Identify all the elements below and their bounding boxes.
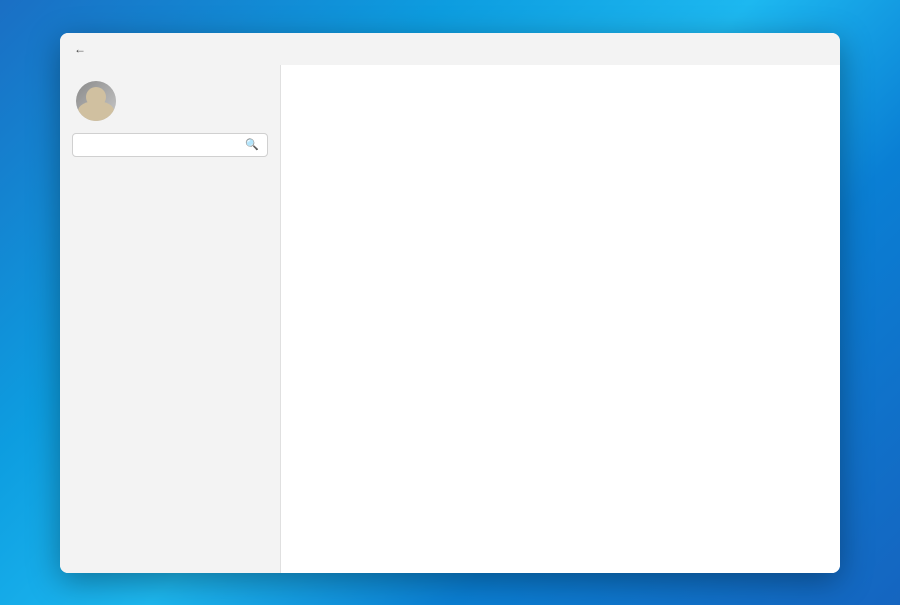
- window-controls: [690, 33, 828, 65]
- back-button[interactable]: ←: [72, 41, 88, 57]
- main-content: [280, 65, 840, 573]
- search-box[interactable]: 🔍: [72, 133, 268, 157]
- main-header: [281, 65, 840, 89]
- minimize-button[interactable]: [690, 33, 736, 65]
- titlebar: ←: [60, 33, 840, 65]
- profile-area: [60, 73, 280, 133]
- apps-list: [281, 89, 840, 573]
- window-content: 🔍: [60, 65, 840, 573]
- avatar: [76, 81, 116, 121]
- close-button[interactable]: [782, 33, 828, 65]
- search-icon: 🔍: [245, 138, 259, 151]
- search-input[interactable]: [81, 138, 245, 152]
- sidebar: 🔍: [60, 65, 280, 573]
- maximize-button[interactable]: [736, 33, 782, 65]
- settings-window: ← 🔍: [60, 33, 840, 573]
